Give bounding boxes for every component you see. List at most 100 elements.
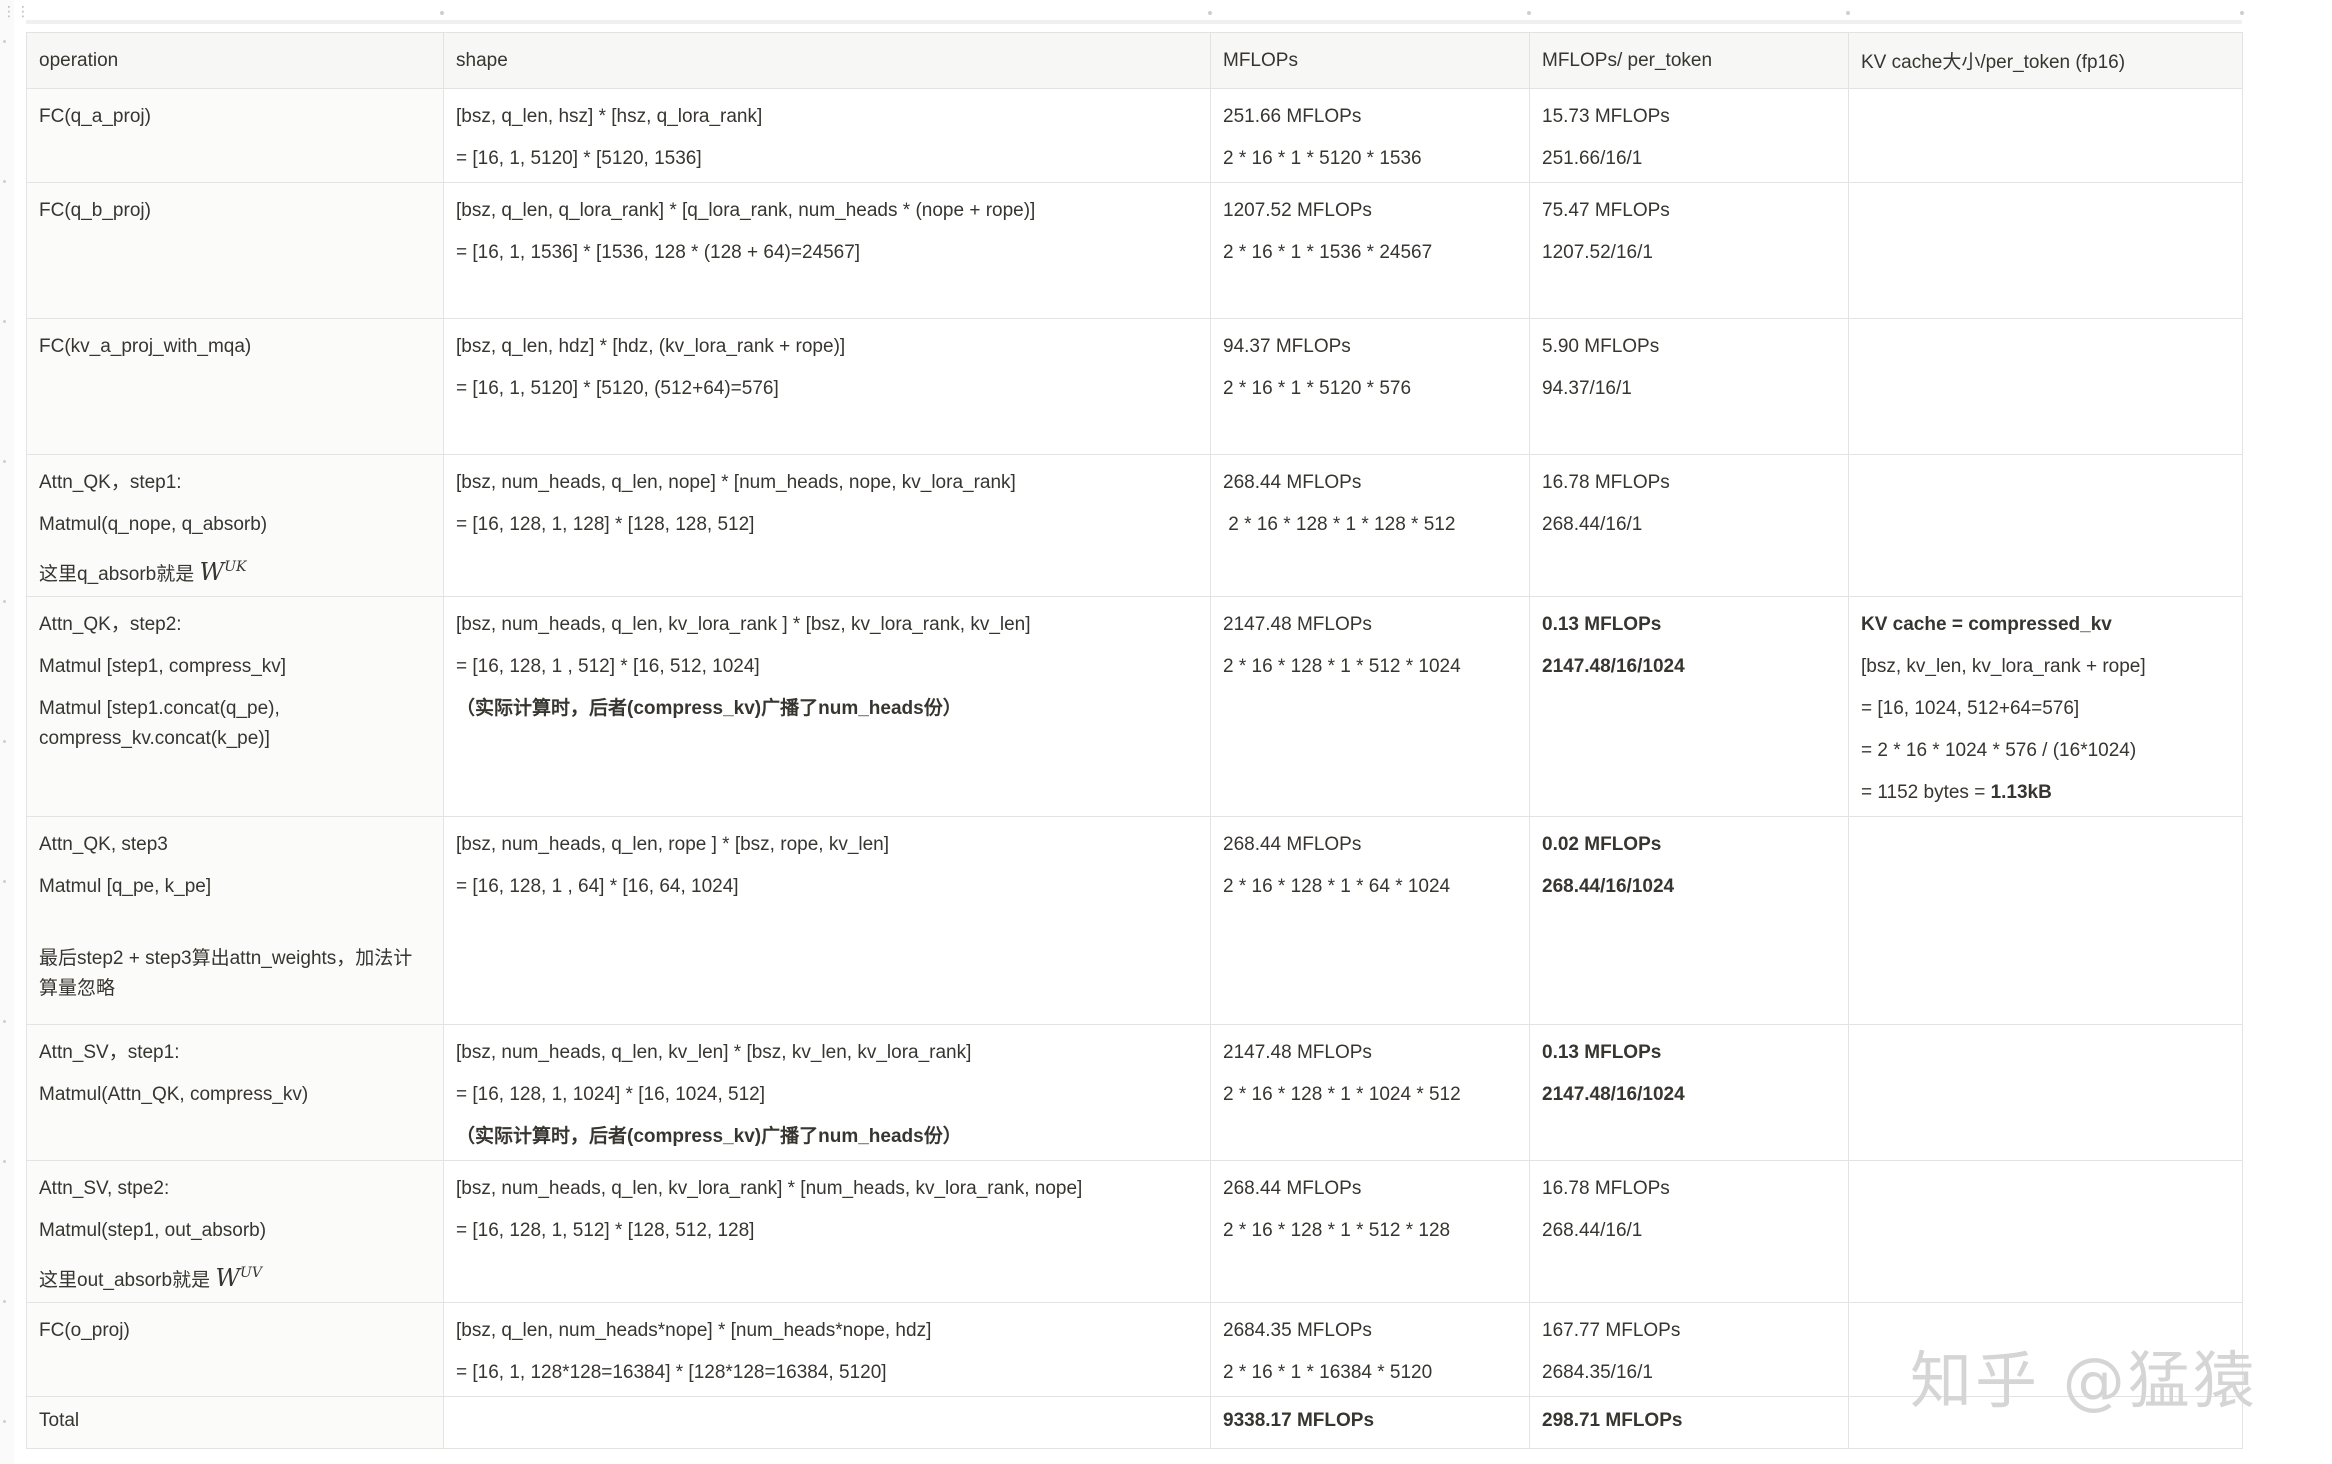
cell-text: [bsz, num_heads, q_len, kv_lora_rank ] *…	[456, 614, 1031, 635]
math-sup: UK	[224, 559, 247, 575]
cell-per-token[interactable]: 0.13 MFLOPs 2147.48/16/1024	[1529, 1024, 1849, 1161]
cell-text: [bsz, q_len, q_lora_rank] * [q_lora_rank…	[456, 200, 1036, 221]
cell-kv-cache[interactable]	[1848, 1024, 2243, 1161]
cell-kv-cache[interactable]	[1848, 318, 2243, 455]
cell-mflops[interactable]: 268.44 MFLOPs 2 * 16 * 128 * 1 * 512 * 1…	[1210, 1160, 1530, 1303]
cell-text: = [16, 128, 1 , 512] * [16, 512, 1024]	[456, 656, 760, 677]
column-handle-dot[interactable]	[1527, 11, 1531, 15]
cell-per-token[interactable]: 15.73 MFLOPs 251.66/16/1	[1529, 88, 1849, 183]
table-row: FC(q_a_proj) [bsz, q_len, hsz] * [hsz, q…	[26, 88, 2243, 183]
cell-shape[interactable]: [bsz, num_heads, q_len, kv_len] * [bsz, …	[443, 1024, 1211, 1161]
math-w-uk: WUK	[200, 558, 247, 586]
cell-shape[interactable]: [bsz, num_heads, q_len, rope ] * [bsz, r…	[443, 816, 1211, 1025]
cell-text: 268.44/16/1	[1542, 514, 1643, 535]
cell-text: = [16, 1024, 512+64=576]	[1861, 698, 2080, 719]
header-mflops-per-token[interactable]: MFLOPs/ per_token	[1529, 32, 1849, 89]
cell-operation[interactable]: FC(q_b_proj)	[26, 182, 444, 319]
cell-text: 268.44 MFLOPs	[1223, 472, 1362, 493]
cell-operation[interactable]: FC(q_a_proj)	[26, 88, 444, 183]
cell-mflops[interactable]: 251.66 MFLOPs 2 * 16 * 1 * 5120 * 1536	[1210, 88, 1530, 183]
cell-text: 2 * 16 * 128 * 1 * 512 * 128	[1223, 1220, 1451, 1241]
cell-shape[interactable]: [bsz, num_heads, q_len, kv_lora_rank] * …	[443, 1160, 1211, 1303]
cell-kv-cache[interactable]	[1848, 816, 2243, 1025]
cell-operation[interactable]: Attn_SV, stpe2: Matmul(step1, out_absorb…	[26, 1160, 444, 1303]
cell-mflops[interactable]: 2684.35 MFLOPs 2 * 16 * 1 * 16384 * 5120	[1210, 1302, 1530, 1397]
cell-kv-cache[interactable]	[1848, 182, 2243, 319]
cell-kv-cache[interactable]	[1848, 454, 2243, 597]
cell-operation[interactable]: Attn_QK，step2: Matmul [step1, compress_k…	[26, 596, 444, 817]
cell-shape[interactable]: [bsz, num_heads, q_len, kv_lora_rank ] *…	[443, 596, 1211, 817]
cell-text: [bsz, num_heads, q_len, nope] * [num_hea…	[456, 472, 1016, 493]
table-top-bar[interactable]	[26, 20, 2242, 24]
cell-shape[interactable]: [bsz, q_len, hdz] * [hdz, (kv_lora_rank …	[443, 318, 1211, 455]
gutter-dot	[3, 880, 6, 883]
math-w-uv: WUV	[215, 1264, 262, 1292]
cell-operation[interactable]: FC(kv_a_proj_with_mqa)	[26, 318, 444, 455]
cell-total-mflops[interactable]: 9338.17 MFLOPs	[1210, 1396, 1530, 1449]
total-label: Total	[39, 1410, 80, 1431]
cell-mflops[interactable]: 94.37 MFLOPs 2 * 16 * 1 * 5120 * 576	[1210, 318, 1530, 455]
cell-operation[interactable]: Attn_SV，step1: Matmul(Attn_QK, compress_…	[26, 1024, 444, 1161]
drag-handle-icon[interactable]: ⋮⋮	[2, 4, 30, 18]
cell-text: 0.13 MFLOPs	[1542, 614, 1662, 635]
cell-kv-cache[interactable]	[1848, 1160, 2243, 1303]
table-row: Attn_QK，step2: Matmul [step1, compress_k…	[26, 596, 2243, 817]
cell-total-label[interactable]: Total	[26, 1396, 444, 1449]
cell-per-token[interactable]: 167.77 MFLOPs 2684.35/16/1	[1529, 1302, 1849, 1397]
cell-text-mixed: = 1152 bytes = 1.13kB	[1861, 772, 2230, 814]
cell-operation[interactable]: FC(o_proj)	[26, 1302, 444, 1397]
cell-text: Matmul(Attn_QK, compress_kv)	[39, 1084, 309, 1105]
cell-mflops[interactable]: 2147.48 MFLOPs 2 * 16 * 128 * 1 * 1024 *…	[1210, 1024, 1530, 1161]
cell-text: Attn_QK，step2:	[39, 614, 182, 635]
cell-text: 2 * 16 * 128 * 1 * 512 * 1024	[1223, 656, 1461, 677]
cell-text: 16.78 MFLOPs	[1542, 1178, 1670, 1199]
column-handle-dot[interactable]	[2240, 11, 2244, 15]
column-handle-dot[interactable]	[1846, 11, 1850, 15]
header-shape[interactable]: shape	[443, 32, 1211, 89]
gutter-dot	[3, 1420, 6, 1423]
cell-per-token[interactable]: 75.47 MFLOPs 1207.52/16/1	[1529, 182, 1849, 319]
cell-text: 268.44/16/1	[1542, 1220, 1643, 1241]
cell-text: Matmul [q_pe, k_pe]	[39, 876, 212, 897]
cell-total-per-token[interactable]: 298.71 MFLOPs	[1529, 1396, 1849, 1449]
cell-text: = 1152 bytes =	[1861, 782, 1991, 803]
header-mflops[interactable]: MFLOPs	[1210, 32, 1530, 89]
cell-text: [bsz, num_heads, q_len, kv_lora_rank] * …	[456, 1178, 1083, 1199]
cell-shape[interactable]: [bsz, q_len, q_lora_rank] * [q_lora_rank…	[443, 182, 1211, 319]
cell-shape[interactable]: [bsz, q_len, hsz] * [hsz, q_lora_rank] =…	[443, 88, 1211, 183]
cell-text: 268.44 MFLOPs	[1223, 834, 1362, 855]
cell-text: Attn_QK, step3	[39, 834, 168, 855]
column-handle-dot[interactable]	[1208, 11, 1212, 15]
cell-shape[interactable]: [bsz, num_heads, q_len, nope] * [num_hea…	[443, 454, 1211, 597]
cell-text: 0.13 MFLOPs	[1542, 1042, 1662, 1063]
cell-shape[interactable]: [bsz, q_len, num_heads*nope] * [num_head…	[443, 1302, 1211, 1397]
cell-mflops[interactable]: 268.44 MFLOPs 2 * 16 * 128 * 1 * 128 * 5…	[1210, 454, 1530, 597]
cell-kv-cache[interactable]	[1848, 88, 2243, 183]
cell-per-token[interactable]: 16.78 MFLOPs 268.44/16/1	[1529, 454, 1849, 597]
cell-operation[interactable]: Attn_QK，step1: Matmul(q_nope, q_absorb) …	[26, 454, 444, 597]
table-row: Attn_SV，step1: Matmul(Attn_QK, compress_…	[26, 1024, 2243, 1161]
cell-per-token[interactable]: 16.78 MFLOPs 268.44/16/1	[1529, 1160, 1849, 1303]
header-kv-cache[interactable]: KV cache大小/per_token (fp16)	[1848, 32, 2243, 89]
cell-text: 最后step2 + step3算出attn_weights，加法计算量忽略	[39, 948, 413, 999]
column-handle-dot[interactable]	[440, 11, 444, 15]
cell-text: = [16, 1, 5120] * [5120, (512+64)=576]	[456, 378, 779, 399]
gutter-dot	[3, 460, 6, 463]
cell-mflops[interactable]: 1207.52 MFLOPs 2 * 16 * 1 * 1536 * 24567	[1210, 182, 1530, 319]
cell-per-token[interactable]: 5.90 MFLOPs 94.37/16/1	[1529, 318, 1849, 455]
cell-note: （实际计算时，后者(compress_kv)广播了num_heads份）	[456, 1126, 962, 1147]
cell-mflops[interactable]: 2147.48 MFLOPs 2 * 16 * 128 * 1 * 512 * …	[1210, 596, 1530, 817]
cell-text: Matmul(step1, out_absorb)	[39, 1220, 267, 1241]
gutter-dot	[3, 320, 6, 323]
cell-per-token[interactable]: 0.13 MFLOPs 2147.48/16/1024	[1529, 596, 1849, 817]
cell-text: 15.73 MFLOPs	[1542, 106, 1670, 127]
cell-text: 251.66 MFLOPs	[1223, 106, 1362, 127]
cell-text: KV cache = compressed_kv	[1861, 614, 2112, 635]
header-operation[interactable]: operation	[26, 32, 444, 89]
cell-text: = [16, 1, 5120] * [5120, 1536]	[456, 148, 702, 169]
cell-operation[interactable]: Attn_QK, step3 Matmul [q_pe, k_pe] 最后ste…	[26, 816, 444, 1025]
cell-mflops[interactable]: 268.44 MFLOPs 2 * 16 * 128 * 1 * 64 * 10…	[1210, 816, 1530, 1025]
cell-kv-cache[interactable]: KV cache = compressed_kv [bsz, kv_len, k…	[1848, 596, 2243, 817]
cell-total-shape[interactable]	[443, 1396, 1211, 1449]
cell-per-token[interactable]: 0.02 MFLOPs 268.44/16/1024	[1529, 816, 1849, 1025]
